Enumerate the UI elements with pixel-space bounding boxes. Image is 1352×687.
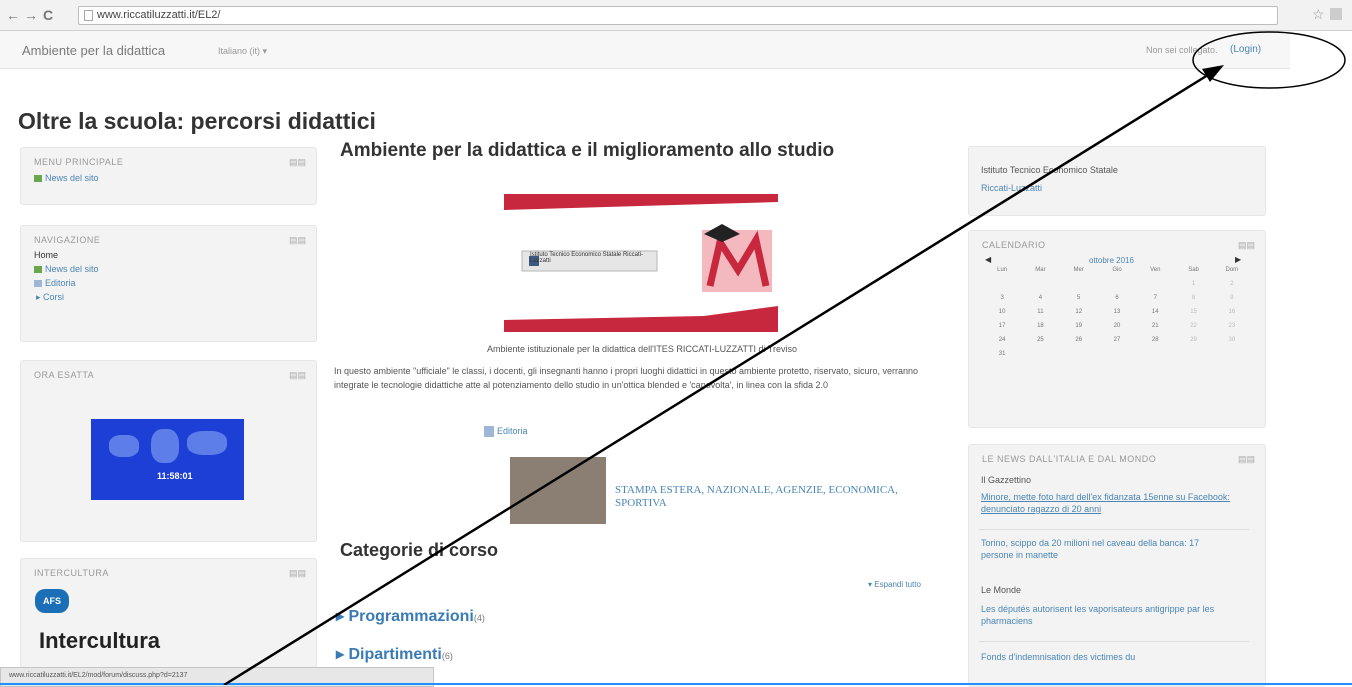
calendar-grid: Lun Mar Mer Gio Ven Sab Dom 12 3456789 10 11 12 1… (983, 267, 1251, 365)
block-title: NAVIGAZIONE (34, 235, 101, 245)
expand-all-link[interactable]: ▾ Espandi tutto (868, 580, 921, 589)
site-navbar: Ambiente per la didattica Italiano (it) … (0, 31, 1290, 69)
block-dock-icon[interactable]: ▤▤ (289, 370, 306, 381)
forum-icon (34, 175, 42, 183)
intro-text: In questo ambiente "ufficiale" le classi… (334, 366, 919, 390)
main-menu-block: MENU PRINCIPALE ▤▤ News del sito (20, 147, 317, 205)
nav-item-home[interactable]: Home (34, 250, 58, 260)
block-dock-icon[interactable]: ▤▤ (289, 157, 306, 168)
nav-item-courses[interactable]: ▸ Corsi (36, 292, 64, 303)
page-icon (34, 280, 42, 288)
page-title: Oltre la scuola: percorsi didattici (18, 108, 376, 134)
login-status: Non sei collegato. (1146, 45, 1218, 55)
calendar-block: CALENDARIO ▤▤ ◀ ottobre 2016 ▶ Lun Mar Mer… (968, 230, 1266, 428)
continent-shape (109, 435, 139, 457)
address-bar[interactable]: www.riccatiluzzatti.it/EL2/ (78, 6, 1278, 25)
block-title: CALENDARIO (982, 240, 1046, 250)
news-item[interactable]: Torino, scippo da 20 milioni nel caveau … (981, 537, 1221, 561)
back-arrow-icon[interactable]: ← (6, 7, 20, 23)
news-block: LE NEWS DALL'ITALIA E DAL MONDO ▤▤ Il Ga… (968, 444, 1266, 687)
editoria-link[interactable]: Editoria (484, 426, 528, 438)
news-item[interactable]: Fonds d'indemnisation des victimes du (981, 651, 1231, 663)
press-link[interactable]: STAMPA ESTERA, NAZIONALE, AGENZIE, ECONO… (615, 484, 915, 510)
calendar-prev-icon[interactable]: ◀ (985, 255, 991, 264)
school-link[interactable]: Riccati-Luzzatti (981, 183, 1042, 193)
bookmark-star-icon[interactable]: ☆ (1312, 6, 1325, 23)
block-title: INTERCULTURA (34, 568, 109, 578)
calendar-week: 24 25 26 27 28 29 30 (998, 337, 1236, 343)
banner-school-label: Istituto Tecnico Economico Statale Ricca… (530, 252, 643, 264)
news-source: Le Monde (981, 585, 1022, 595)
calendar-week: 12 (1191, 281, 1234, 287)
school-block: Istituto Tecnico Economico Statale Ricca… (968, 146, 1266, 216)
category-dipartimenti[interactable]: ▸ Dipartimenti(6) (336, 644, 453, 664)
continent-shape (151, 429, 179, 463)
main-content: Ambiente per la didattica e il miglioram… (332, 140, 952, 685)
divider (979, 641, 1249, 642)
block-dock-icon[interactable]: ▤▤ (1238, 240, 1255, 251)
divider (979, 529, 1249, 530)
login-link[interactable]: (Login) (1230, 44, 1261, 55)
block-title: LE NEWS DALL'ITALIA E DAL MONDO (982, 454, 1157, 464)
main-heading: Ambiente per la didattica e il miglioram… (340, 140, 835, 161)
continent-shape (187, 431, 227, 455)
school-name: Istituto Tecnico Economico Statale (981, 165, 1118, 175)
site-name[interactable]: Ambiente per la didattica (22, 43, 165, 58)
reload-icon[interactable]: C (43, 7, 53, 23)
navigation-block: NAVIGAZIONE ▤▤ Home News del sito Editor… (20, 225, 317, 342)
forum-icon (34, 266, 42, 274)
calendar-week: 3456789 (1000, 295, 1234, 301)
nav-item-news[interactable]: News del sito (34, 264, 99, 274)
browser-toolbar: ← → C www.riccatiluzzatti.it/EL2/ ☆ (0, 0, 1352, 31)
categories-heading: Categorie di corso (340, 540, 499, 560)
language-menu[interactable]: Italiano (it) ▾ (218, 46, 267, 57)
forward-arrow-icon[interactable]: → (24, 7, 38, 23)
page-icon (84, 10, 93, 21)
calendar-week: 10 11 12 13 14 15 16 (998, 309, 1236, 315)
block-dock-icon[interactable]: ▤▤ (1238, 454, 1255, 465)
menu-item-news[interactable]: News del sito (34, 173, 99, 183)
status-url: www.riccatiluzzatti.it/EL2/mod/forum/dis… (9, 672, 188, 679)
clock-readout: 11:58:01 (157, 471, 193, 481)
page-icon (484, 426, 494, 438)
block-dock-icon[interactable]: ▤▤ (289, 235, 306, 246)
calendar-month[interactable]: ottobre 2016 (1089, 256, 1134, 265)
news-item[interactable]: Les députés autorisent les vaporisateurs… (981, 603, 1221, 627)
nav-item-editoria[interactable]: Editoria (34, 278, 76, 288)
browser-menu-icon[interactable] (1330, 8, 1342, 20)
calendar-week: 17 18 19 20 21 22 23 (998, 323, 1236, 329)
block-dock-icon[interactable]: ▤▤ (289, 568, 306, 579)
time-block: ORA ESATTA ▤▤ 11:58:01 (20, 360, 317, 542)
address-bar-url: www.riccatiluzzatti.it/EL2/ (97, 9, 221, 21)
block-title: ORA ESATTA (34, 370, 95, 380)
block-title: MENU PRINCIPALE (34, 157, 124, 167)
intercultura-logo-text[interactable]: Intercultura (39, 628, 160, 654)
category-programmazioni[interactable]: ▸ Programmazioni(4) (336, 606, 485, 626)
calendar-weekdays: Lun Mar Mer Gio Ven Sab Dom (997, 267, 1239, 273)
intercultura-block: INTERCULTURA ▤▤ AFS Intercultura (20, 558, 317, 668)
news-item[interactable]: Minore, mette foto hard dell'ex fidanzat… (981, 491, 1251, 515)
calendar-week: 31 (998, 351, 1006, 357)
news-source: Il Gazzettino (981, 475, 1032, 485)
afs-logo[interactable]: AFS (35, 589, 69, 613)
calendar-next-icon[interactable]: ▶ (1235, 255, 1241, 264)
banner-caption: Ambiente istituzionale per la didattica … (487, 344, 797, 354)
newspapers-image[interactable] (510, 457, 606, 524)
world-clock-map: 11:58:01 (91, 419, 244, 500)
